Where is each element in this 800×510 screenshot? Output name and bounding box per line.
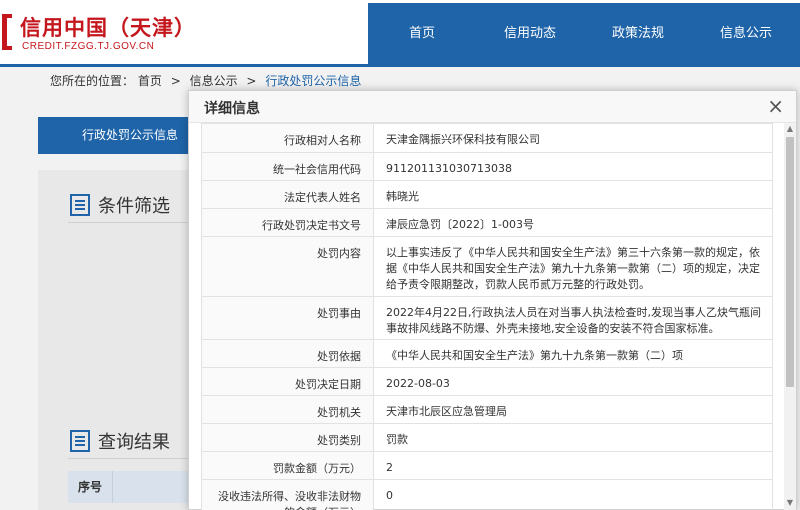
field-value: 以上事实违反了《中华人民共和国安全生产法》第三十六条第一款的规定，依据《中华人民… [373,236,773,297]
field-label: 处罚决定日期 [201,367,374,396]
field-label: 处罚内容 [201,236,374,297]
field-value: 2022-08-03 [373,367,773,396]
field-value: 罚款 [373,423,773,452]
close-icon[interactable]: × [767,95,784,117]
scroll-up-arrow-icon[interactable]: ▲ [784,123,796,135]
table-row: 处罚类别 罚款 [201,423,773,452]
table-row: 处罚机关 天津市北辰区应急管理局 [201,395,773,424]
field-value: 2 [373,451,773,480]
field-value: 2022年4月22日,行政执法人员在对当事人执法检查时,发现当事人乙炔气瓶间事故… [373,296,773,340]
table-row: 没收违法所得、没收非法财物的金额（万元） 0 [201,479,773,510]
table-row: 统一社会信用代码 911201131030713038 [201,152,773,181]
table-row: 罚款金额（万元） 2 [201,451,773,480]
scroll-down-arrow-icon[interactable]: ▼ [784,497,796,509]
field-label: 行政相对人名称 [201,123,374,153]
field-label: 法定代表人姓名 [201,180,374,209]
field-label: 统一社会信用代码 [201,152,374,181]
field-label: 行政处罚决定书文号 [201,208,374,237]
dialog-body: 行政相对人名称 天津金隅振兴环保科技有限公司 统一社会信用代码 91120113… [201,123,773,510]
table-row: 法定代表人姓名 韩晓光 [201,180,773,209]
field-value: 天津市北辰区应急管理局 [373,395,773,424]
field-label: 处罚事由 [201,296,374,340]
table-row: 处罚决定日期 2022-08-03 [201,367,773,396]
field-label: 处罚依据 [201,339,374,368]
field-value: 天津金隅振兴环保科技有限公司 [373,123,773,153]
detail-table: 行政相对人名称 天津金隅振兴环保科技有限公司 统一社会信用代码 91120113… [201,123,773,510]
table-row: 处罚依据 《中华人民共和国安全生产法》第九十九条第一款第（二）项 [201,339,773,368]
field-label: 没收违法所得、没收非法财物的金额（万元） [201,479,374,510]
dialog-header: 详细信息 × [189,91,796,123]
field-label: 罚款金额（万元） [201,451,374,480]
scrollbar-thumb[interactable] [786,137,794,387]
detail-dialog: 详细信息 × 行政相对人名称 天津金隅振兴环保科技有限公司 统一社会信用代码 9… [188,90,797,510]
field-value: 津辰应急罚〔2022〕1-003号 [373,208,773,237]
field-label: 处罚类别 [201,423,374,452]
field-value: 0 [373,479,773,510]
field-value: 911201131030713038 [373,152,773,181]
field-value: 《中华人民共和国安全生产法》第九十九条第一款第（二）项 [373,339,773,368]
table-row: 行政相对人名称 天津金隅振兴环保科技有限公司 [201,123,773,153]
table-row: 行政处罚决定书文号 津辰应急罚〔2022〕1-003号 [201,208,773,237]
table-row: 处罚内容 以上事实违反了《中华人民共和国安全生产法》第三十六条第一款的规定，依据… [201,236,773,297]
table-row: 处罚事由 2022年4月22日,行政执法人员在对当事人执法检查时,发现当事人乙炔… [201,296,773,340]
field-value: 韩晓光 [373,180,773,209]
field-label: 处罚机关 [201,395,374,424]
dialog-title: 详细信息 [204,101,260,117]
